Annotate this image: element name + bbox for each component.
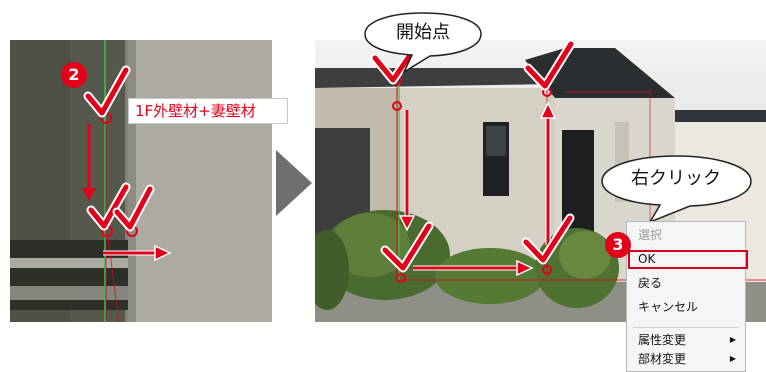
ok-highlight-frame: [628, 250, 748, 269]
submenu-arrow-icon: ▶: [729, 335, 736, 344]
menu-item-change-attribute[interactable]: 属性変更 ▶: [627, 330, 745, 350]
menu-item-back[interactable]: 戻る: [627, 273, 745, 293]
zoomed-photo-scene: [10, 40, 272, 322]
step-number-2: 2: [61, 62, 87, 88]
roof-band: [315, 68, 555, 88]
zoomed-photo: [10, 40, 272, 322]
next-arrow-icon: [276, 150, 312, 216]
wall-material-label: 1F外壁材+妻壁材: [128, 98, 288, 124]
menu-item-cancel[interactable]: キャンセル: [627, 297, 745, 317]
menu-item-change-member[interactable]: 部材変更 ▶: [627, 349, 745, 369]
submenu-arrow-icon: ▶: [729, 354, 736, 363]
right-click-bubble: 右クリック: [631, 168, 721, 189]
bush: [435, 248, 545, 304]
menu-item-select[interactable]: 選択: [627, 225, 745, 245]
gray-wall: [128, 40, 272, 322]
step-number-3: 3: [605, 232, 631, 258]
start-point-bubble: 開始点: [396, 22, 450, 43]
menu-separator: [633, 327, 739, 328]
context-menu: 選択 OK 戻る キャンセル 属性変更 ▶ 部材変更 ▶: [626, 221, 746, 372]
